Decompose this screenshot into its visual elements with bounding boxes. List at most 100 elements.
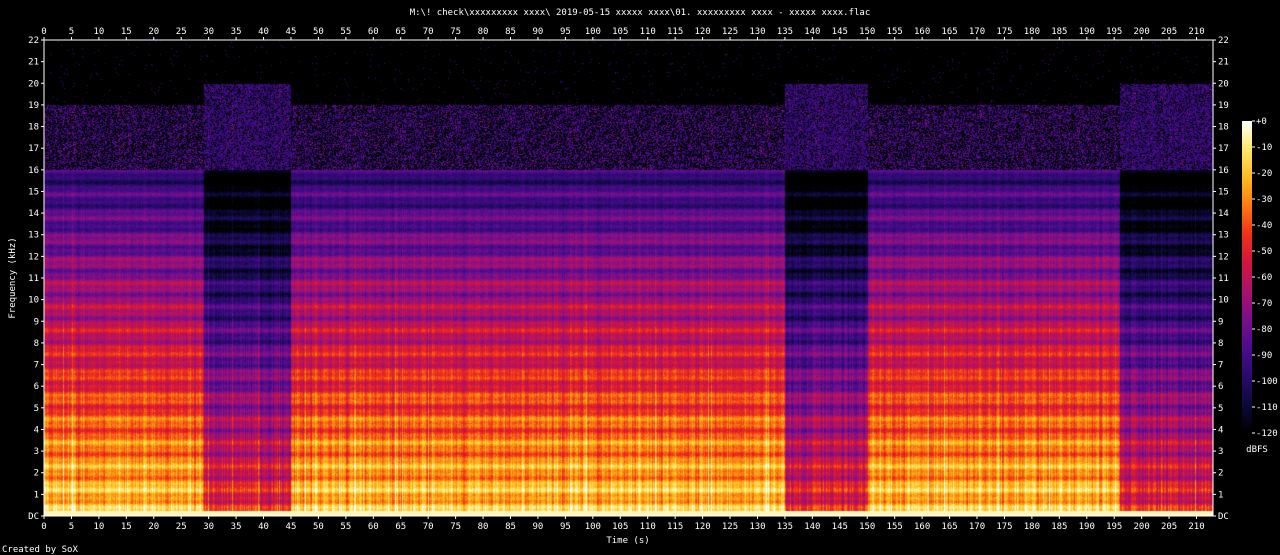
- x-tick-label-top: 60: [368, 27, 379, 37]
- x-tick-label-top: 30: [203, 27, 214, 37]
- x-tick-label-bottom: 155: [887, 522, 903, 532]
- footer-credit: Created by SoX: [2, 545, 78, 555]
- y-tick-label-left: 22: [28, 36, 39, 46]
- y-tick-label-left: 20: [28, 79, 39, 89]
- x-tick-label-top: 90: [533, 27, 544, 37]
- x-tick-label-bottom: 165: [941, 522, 957, 532]
- x-tick-label-top: 95: [560, 27, 571, 37]
- colorbar-tick-label: -60: [1256, 273, 1272, 283]
- x-tick-label-top: 135: [777, 27, 793, 37]
- x-tick-label-top: 70: [423, 27, 434, 37]
- y-tick-label-right: 22: [1218, 36, 1229, 46]
- x-tick-label-top: 140: [804, 27, 820, 37]
- x-tick-label-top: 165: [941, 27, 957, 37]
- x-tick-label-bottom: 120: [694, 522, 710, 532]
- y-tick-label-right: 2: [1218, 469, 1223, 479]
- spectrogram-plot-area: [43, 39, 1214, 517]
- x-tick-label-top: 15: [121, 27, 132, 37]
- x-tick-label-top: 185: [1051, 27, 1067, 37]
- y-axis-label: Frequency (kHz): [8, 237, 18, 318]
- colorbar: +0 -10 -20 -30 -40 -50 -60 -70 -80 -90 -100 -110 -12…: [1242, 117, 1278, 439]
- colorbar-tick-label: -100: [1256, 377, 1278, 387]
- x-tick-label-bottom: 135: [777, 522, 793, 532]
- x-tick-label-top: 65: [395, 27, 406, 37]
- x-tick-label-bottom: 100: [585, 522, 601, 532]
- x-tick-label-top: 100: [585, 27, 601, 37]
- x-tick-label-bottom: 130: [749, 522, 765, 532]
- y-tick-label-left: 4: [34, 425, 39, 435]
- x-tick-label-top: 170: [969, 27, 985, 37]
- x-tick-label-top: 120: [694, 27, 710, 37]
- colorbar-tick-label: -10: [1256, 143, 1272, 153]
- y-tick-label-left: 3: [34, 447, 39, 457]
- y-tick-label-right: 14: [1218, 209, 1229, 219]
- y-tick-label-left: DC: [28, 512, 39, 522]
- colorbar-tick-label: -80: [1256, 325, 1272, 335]
- x-tick-label-top: 110: [640, 27, 656, 37]
- x-tick-label-top: 40: [258, 27, 269, 37]
- x-tick-label-bottom: 190: [1079, 522, 1095, 532]
- x-tick-label-top: 180: [1024, 27, 1040, 37]
- x-tick-label-bottom: 10: [93, 522, 104, 532]
- y-tick-label-left: 13: [28, 231, 39, 241]
- colorbar-tick-label: -30: [1256, 195, 1272, 205]
- y-tick-label-right: 3: [1218, 447, 1223, 457]
- y-tick-label-left: 7: [34, 361, 39, 371]
- colorbar-tick-label: -40: [1256, 221, 1272, 231]
- y-tick-label-left: 19: [28, 101, 39, 111]
- x-tick-label-top: 190: [1079, 27, 1095, 37]
- x-tick-label-bottom: 170: [969, 522, 985, 532]
- x-tick-label-top: 155: [887, 27, 903, 37]
- y-tick-label-right: 8: [1218, 339, 1223, 349]
- colorbar-tick-label: +0: [1256, 117, 1267, 127]
- chart-title: M:\! check\xxxxxxxxx xxxx\ 2019-05-15 xx…: [410, 8, 871, 18]
- x-tick-label-top: 35: [231, 27, 242, 37]
- x-tick-label-bottom: 25: [176, 522, 187, 532]
- x-tick-label-top: 45: [286, 27, 297, 37]
- y-tick-label-right: 18: [1218, 123, 1229, 133]
- x-tick-label-bottom: 30: [203, 522, 214, 532]
- y-tick-label-right: 12: [1218, 252, 1229, 262]
- colorbar-tick-label: -120: [1256, 429, 1278, 439]
- x-tick-label-bottom: 175: [996, 522, 1012, 532]
- x-tick-label-bottom: 115: [667, 522, 683, 532]
- y-tick-label-right: 16: [1218, 166, 1229, 176]
- y-tick-label-right: 11: [1218, 274, 1229, 284]
- x-tick-label-bottom: 15: [121, 522, 132, 532]
- y-tick-label-right: 20: [1218, 79, 1229, 89]
- x-tick-label-top: 145: [832, 27, 848, 37]
- y-tick-label-left: 9: [34, 317, 39, 327]
- y-tick-label-right: 9: [1218, 317, 1223, 327]
- x-tick-label-bottom: 95: [560, 522, 571, 532]
- x-tick-label-bottom: 140: [804, 522, 820, 532]
- x-tick-label-top: 200: [1134, 27, 1150, 37]
- y-tick-label-right: 6: [1218, 382, 1223, 392]
- x-tick-label-bottom: 50: [313, 522, 324, 532]
- y-tick-label-left: 15: [28, 187, 39, 197]
- x-tick-label-top: 85: [505, 27, 516, 37]
- x-tick-label-bottom: 125: [722, 522, 738, 532]
- x-tick-label-bottom: 45: [286, 522, 297, 532]
- y-tick-label-right: 1: [1218, 490, 1223, 500]
- x-tick-label-top: 115: [667, 27, 683, 37]
- y-tick-label-right: 4: [1218, 425, 1223, 435]
- x-tick-label-bottom: 70: [423, 522, 434, 532]
- y-tick-label-left: 5: [34, 404, 39, 414]
- y-tick-label-left: 12: [28, 252, 39, 262]
- x-tick-label-bottom: 205: [1161, 522, 1177, 532]
- colorbar-tick-label: -110: [1256, 403, 1278, 413]
- y-tick-label-left: 2: [34, 469, 39, 479]
- x-tick-label-top: 210: [1188, 27, 1204, 37]
- x-tick-label-top: 105: [612, 27, 628, 37]
- colorbar-tick-label: -20: [1256, 169, 1272, 179]
- spectrogram-chart: M:\! check\xxxxxxxxx xxxx\ 2019-05-15 xx…: [2, 8, 1278, 555]
- x-tick-label-bottom: 20: [148, 522, 159, 532]
- x-tick-label-top: 175: [996, 27, 1012, 37]
- y-tick-label-left: 1: [34, 490, 39, 500]
- y-tick-label-right: 17: [1218, 144, 1229, 154]
- x-tick-label-top: 25: [176, 27, 187, 37]
- y-tick-label-right: 21: [1218, 58, 1229, 68]
- y-tick-label-left: 10: [28, 296, 39, 306]
- x-tick-label-bottom: 5: [69, 522, 74, 532]
- y-tick-label-left: 21: [28, 58, 39, 68]
